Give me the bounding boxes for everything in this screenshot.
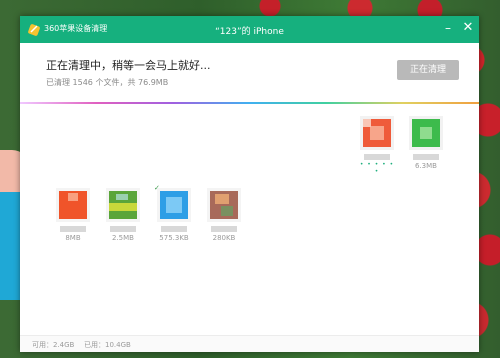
app-name-placeholder <box>211 226 237 232</box>
app-icon-blue <box>157 188 191 222</box>
status-title: 正在清理中，稍等一会马上就好... <box>46 59 211 72</box>
cleaning-button[interactable]: 正在清理 <box>397 60 459 80</box>
app-tile[interactable]: 6.3MB <box>406 116 446 170</box>
app-icon-brown <box>207 188 241 222</box>
cleaner-window: 360苹果设备清理 “123”的 iPhone – ✕ 正在清理中，稍等一会马上… <box>20 16 479 352</box>
close-button[interactable]: ✕ <box>460 19 476 37</box>
app-size: 6.3MB <box>415 162 437 170</box>
app-tile[interactable]: ✓ 575.3KB <box>154 184 194 242</box>
minimize-button[interactable]: – <box>440 19 456 37</box>
app-name-placeholder <box>364 154 390 160</box>
app-tile[interactable]: 2.5MB <box>103 188 143 242</box>
app-name-placeholder <box>60 226 86 232</box>
app-name-placeholder <box>110 226 136 232</box>
app-tile[interactable]: 280KB <box>204 188 244 242</box>
app-icon-green-yellow <box>106 188 140 222</box>
device-title: “123”的 iPhone <box>215 27 284 37</box>
app-name-placeholder <box>413 154 439 160</box>
app-grid: • • • • • • 6.3MB 8MB 2.5MB ✓ 575.3KB 28… <box>20 104 479 336</box>
storage-available: 可用：2.4GB <box>32 341 75 349</box>
status-panel: 正在清理中，稍等一会马上就好... 已清理 1546 个文件，共 76.9MB … <box>20 43 479 102</box>
app-name-placeholder <box>161 226 187 232</box>
status-subtitle: 已清理 1546 个文件，共 76.9MB <box>46 78 169 87</box>
storage-used: 已用：10.4GB <box>84 341 131 349</box>
app-size: 280KB <box>212 234 236 242</box>
app-icon-green <box>409 116 443 150</box>
app-tile[interactable]: 8MB <box>53 188 93 242</box>
app-size: 8MB <box>65 234 81 242</box>
app-tile[interactable]: • • • • • • <box>357 116 397 175</box>
app-size: 2.5MB <box>112 234 134 242</box>
progress-dots: • • • • • • <box>359 161 395 175</box>
app-icon-orange-red <box>360 116 394 150</box>
title-bar[interactable]: 360苹果设备清理 “123”的 iPhone – ✕ <box>20 16 479 43</box>
app-size: 575.3KB <box>159 234 189 242</box>
app-icon-orange <box>56 188 90 222</box>
storage-footer: 可用：2.4GB 已用：10.4GB <box>20 335 479 352</box>
